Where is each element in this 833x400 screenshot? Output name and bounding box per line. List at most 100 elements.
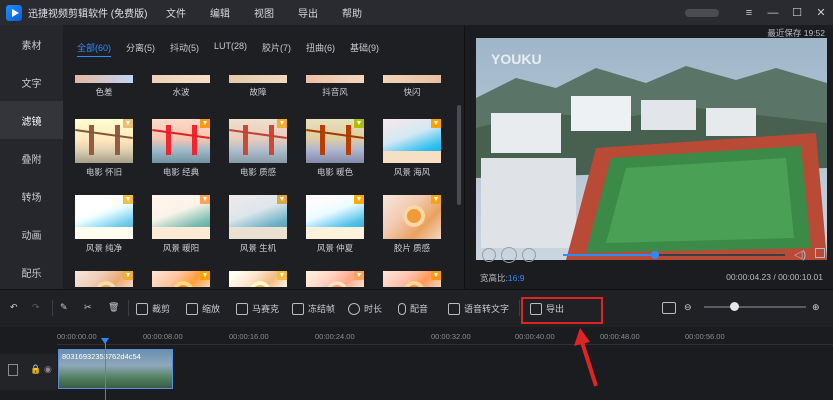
fullscreen-icon[interactable] [815,248,825,258]
filter-item[interactable]: 色差 [75,75,133,98]
download-icon[interactable] [277,119,287,128]
filter-item[interactable]: 电影 暖色 [306,119,364,178]
eye-icon[interactable]: ◉ [44,364,52,375]
tab-transition[interactable]: 转场 [0,177,63,215]
download-icon[interactable] [200,271,210,280]
tab-animation[interactable]: 动画 [0,215,63,253]
volume-icon[interactable]: ◁) [794,248,806,261]
download-icon[interactable] [354,195,364,204]
tab-music[interactable]: 配乐 [0,253,63,291]
play-icon[interactable] [501,247,517,263]
split-icon[interactable]: ✂ [84,302,92,313]
delete-icon[interactable]: 🗑 [108,302,119,313]
download-icon[interactable] [123,195,133,204]
filter-thumbnail [306,195,364,239]
aspect-ratio[interactable]: 宽高比:16:9 [480,272,524,284]
filter-item[interactable]: 电影 怀旧 [75,119,133,178]
filter-item[interactable]: 胶片 质感 [383,195,441,254]
zoom-out-icon[interactable]: ⊖ [684,302,692,313]
tab-overlay[interactable]: 叠附 [0,139,63,177]
duration-button[interactable]: 时长 [348,302,382,315]
undo-icon[interactable]: ↶ [10,302,18,313]
filter-item[interactable] [229,271,287,287]
fit-timeline-icon[interactable] [662,302,680,314]
filter-item[interactable] [152,271,210,287]
minimize-icon[interactable]: — [761,7,785,19]
filter-thumbnail [306,271,364,287]
category-shake[interactable]: 抖动(5) [170,41,199,57]
mosaic-button[interactable]: 马赛克 [236,302,279,315]
menu-edit[interactable]: 编辑 [210,5,230,20]
download-icon[interactable] [277,195,287,204]
download-icon[interactable] [200,195,210,204]
aspect-ratio-value[interactable]: 16:9 [508,273,525,283]
freeze-frame-icon [292,302,304,315]
download-icon[interactable] [123,271,133,280]
filter-item[interactable] [383,271,441,287]
filter-label: 风景 暖阳 [162,243,200,253]
maximize-icon[interactable]: ☐ [785,6,809,19]
playhead[interactable] [101,338,109,400]
category-all[interactable]: 全部(60) [77,41,112,57]
timeline-zoom-slider[interactable] [704,306,806,308]
category-distort[interactable]: 扭曲(6) [306,41,335,57]
account-badge[interactable] [685,8,719,17]
filter-label: 电影 暖色 [316,167,354,177]
library-scrollbar[interactable] [457,105,461,205]
category-split[interactable]: 分离(5) [126,41,155,57]
download-icon[interactable] [431,195,441,204]
category-film[interactable]: 胶片(7) [262,41,291,57]
download-icon[interactable] [431,271,441,280]
freeze-frame-button[interactable]: 冻结帧 [292,302,335,315]
timeline-zoom-handle[interactable] [730,302,739,311]
stop-icon[interactable] [522,248,536,262]
dub-button[interactable]: 配音 [398,302,428,315]
previous-frame-icon[interactable] [482,248,496,262]
seek-bar[interactable] [563,251,785,259]
filter-item[interactable]: 快闪 [383,75,441,98]
download-icon[interactable] [354,119,364,128]
tab-filter[interactable]: 滤镜 [0,101,63,139]
filter-item[interactable]: 风景 生机 [229,195,287,254]
filter-item[interactable]: 故障 [229,75,287,98]
ruler-tick: 00:00:08.00 [143,332,183,341]
zoom-button[interactable]: 缩放 [186,302,220,315]
filter-item[interactable]: 水波 [152,75,210,98]
lock-icon[interactable]: 🔒 [30,364,41,375]
filter-item[interactable] [75,271,133,287]
download-icon[interactable] [123,119,133,128]
zoom-in-icon[interactable]: ⊕ [812,302,820,313]
close-icon[interactable]: ✕ [809,6,833,19]
filter-item[interactable]: 电影 经典 [152,119,210,178]
window-controls: ≡ — ☐ ✕ [685,0,833,25]
video-preview[interactable]: YOUKU [476,38,827,260]
filter-label: 胶片 质感 [393,243,431,253]
category-basic[interactable]: 基础(9) [350,41,379,57]
settings-icon[interactable]: ≡ [737,7,761,19]
crop-button[interactable]: 裁剪 [136,302,170,315]
download-icon[interactable] [354,271,364,280]
filter-item[interactable]: 抖音风 [306,75,364,98]
menu-file[interactable]: 文件 [166,5,186,20]
download-icon[interactable] [200,119,210,128]
tab-material[interactable]: 素材 [0,25,63,63]
speech-to-text-button[interactable]: 语音转文字 [448,302,509,315]
tab-text[interactable]: 文字 [0,63,63,101]
filter-item[interactable]: 风景 海风 [383,119,441,178]
filter-item[interactable]: 电影 质感 [229,119,287,178]
filter-item[interactable]: 风景 纯净 [75,195,133,254]
video-clip[interactable]: 80316932353762d4c54 [58,349,173,389]
menu-help[interactable]: 帮助 [342,5,362,20]
filter-item[interactable] [306,271,364,287]
category-lut[interactable]: LUT(28) [214,41,247,57]
download-icon[interactable] [277,271,287,280]
filter-item[interactable]: 风景 仲夏 [306,195,364,254]
time-ruler[interactable]: 00:00:00.00 00:00:08.00 00:00:16.00 00:0… [57,327,833,345]
crop-label: 裁剪 [152,304,171,314]
download-icon[interactable] [431,119,441,128]
menu-view[interactable]: 视图 [254,5,274,20]
seek-handle[interactable] [651,251,659,259]
edit-icon[interactable]: ✎ [60,302,68,313]
menu-export[interactable]: 导出 [298,5,318,20]
filter-item[interactable]: 风景 暖阳 [152,195,210,254]
